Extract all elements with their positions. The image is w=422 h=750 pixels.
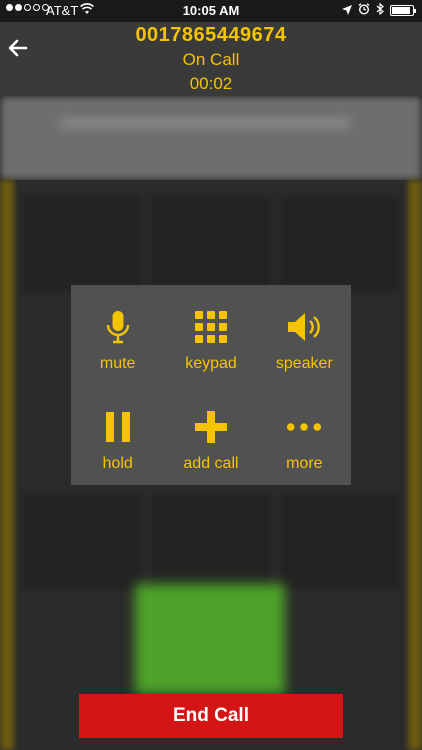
keypad-grid-icon	[193, 309, 229, 345]
speaker-label: speaker	[275, 355, 333, 372]
blurred-key	[151, 196, 271, 292]
more-dots-icon	[286, 409, 322, 445]
end-call-button[interactable]: End Call	[79, 694, 343, 738]
location-icon	[342, 3, 352, 18]
blurred-text-line	[60, 118, 350, 128]
blurred-bar	[0, 96, 422, 180]
battery-level	[392, 7, 410, 14]
status-icons	[342, 2, 416, 18]
call-header: 0017865449674 On Call 00:02	[0, 22, 422, 96]
more-button[interactable]: more	[258, 385, 351, 485]
add-call-label: add call	[183, 455, 239, 472]
speaker-icon	[286, 309, 322, 345]
blurred-rail-left	[0, 180, 14, 750]
call-state: On Call	[182, 50, 240, 69]
blurred-key	[151, 494, 271, 590]
plus-icon	[193, 409, 229, 445]
blurred-key	[22, 494, 142, 590]
hold-label: hold	[102, 455, 133, 472]
call-controls-panel: mute keypad speaker hold add call more	[71, 285, 351, 485]
status-bar: AT&T 10:05 AM	[0, 0, 422, 22]
blurred-key	[280, 494, 400, 590]
blurred-key	[280, 196, 400, 292]
pause-icon	[100, 409, 136, 445]
blurred-rail-right	[408, 180, 422, 750]
mute-label: mute	[99, 355, 136, 372]
speaker-button[interactable]: speaker	[258, 285, 351, 385]
more-label: more	[286, 455, 323, 472]
blurred-call-key	[135, 584, 285, 694]
alarm-icon	[358, 3, 370, 18]
bluetooth-icon	[376, 2, 384, 18]
hold-button[interactable]: hold	[71, 385, 164, 485]
keypad-label: keypad	[185, 355, 237, 372]
blurred-key	[22, 196, 142, 292]
phone-number: 0017865449674	[135, 24, 287, 46]
keypad-button[interactable]: keypad	[164, 285, 257, 385]
call-timer: 00:02	[189, 74, 233, 93]
mute-button[interactable]: mute	[71, 285, 164, 385]
battery-icon	[390, 5, 416, 16]
microphone-icon	[100, 309, 136, 345]
add-call-button[interactable]: add call	[164, 385, 257, 485]
